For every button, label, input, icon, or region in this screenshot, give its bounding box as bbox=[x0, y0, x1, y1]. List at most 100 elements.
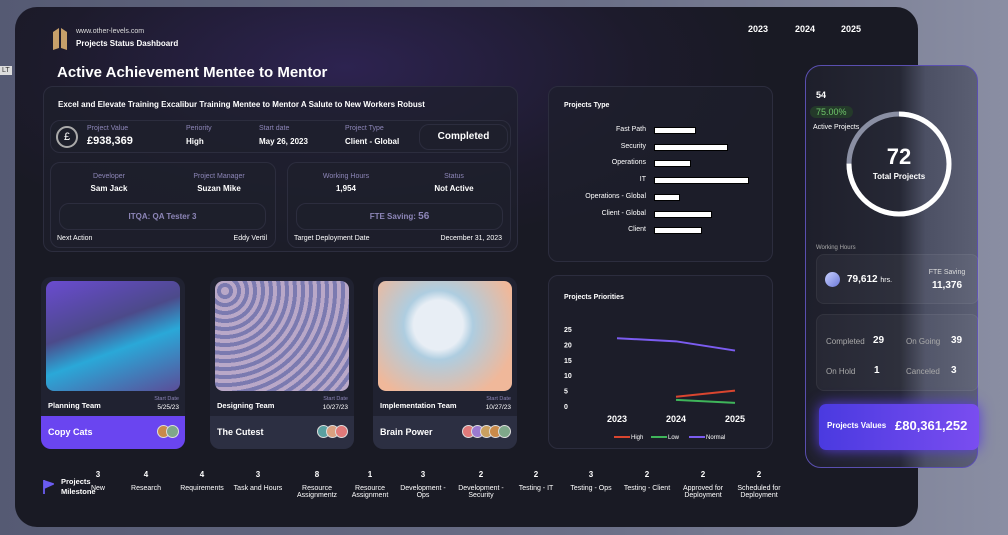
project-name: Excel and Elevate Training Excalibur Tra… bbox=[58, 100, 425, 109]
milestone-item: 4 Requirements bbox=[172, 470, 232, 492]
bar bbox=[654, 177, 750, 185]
status-value: Not Active bbox=[434, 184, 474, 193]
milestone-item: 4 Research bbox=[116, 470, 176, 492]
avatar-group bbox=[317, 425, 348, 443]
team-card[interactable]: Implementation Team Start Date 10/27/23 … bbox=[373, 277, 517, 449]
milestone-count: 2 bbox=[478, 470, 484, 479]
start-date-value: May 26, 2023 bbox=[259, 137, 308, 146]
milestone-item: 2 Testing - Client bbox=[617, 470, 677, 492]
bar bbox=[654, 127, 697, 134]
target-date-value: December 31, 2023 bbox=[440, 235, 502, 242]
milestone-label: Requirements bbox=[180, 485, 224, 492]
bar-label: Client - Global bbox=[601, 209, 646, 217]
milestone-item: 1 Resource Assignment bbox=[340, 470, 400, 499]
milestone-label: Development - Ops bbox=[400, 485, 446, 499]
member-avatar[interactable] bbox=[335, 425, 348, 438]
milestone-count: 2 bbox=[644, 470, 650, 479]
legend-label: Normal bbox=[706, 435, 725, 441]
team-image bbox=[215, 281, 349, 391]
milestone-count: 4 bbox=[199, 470, 205, 479]
project-detail-card: Excel and Elevate Training Excalibur Tra… bbox=[43, 86, 518, 252]
series-line-high bbox=[675, 389, 736, 398]
legend-label: Low bbox=[668, 435, 680, 441]
priority-value: High bbox=[186, 137, 204, 146]
series-line-normal bbox=[616, 337, 736, 352]
pound-icon: £ bbox=[56, 126, 78, 148]
milestone-label: Approved for Deployment bbox=[682, 485, 724, 499]
projects-priorities-chart: 05101520252023 2024 2025High Low Normal bbox=[564, 327, 745, 441]
milestone-label: Research bbox=[131, 485, 161, 492]
status-label: Status bbox=[444, 173, 464, 180]
hours-card: 79,612 hrs. FTE Saving 11,376 bbox=[816, 254, 979, 304]
bar bbox=[654, 210, 713, 218]
flag-icon bbox=[43, 480, 54, 494]
start-date-value: 10/27/23 bbox=[322, 404, 348, 411]
milestone-count: 3 bbox=[588, 470, 594, 479]
start-date-label: Start Date bbox=[486, 396, 511, 402]
milestone-count: 3 bbox=[255, 470, 261, 479]
series-line-low bbox=[675, 398, 736, 404]
team-info-card: Developer Sam Jack Project Manager Suzan… bbox=[50, 162, 276, 248]
fte-value: 11,376 bbox=[931, 280, 963, 291]
milestone-count: 2 bbox=[756, 470, 762, 479]
milestone-item: 2 Testing - IT bbox=[506, 470, 566, 492]
developer-value: Sam Jack bbox=[90, 184, 128, 193]
fte-saving-box: FTE Saving: 56 bbox=[296, 203, 503, 230]
cube-icon bbox=[825, 272, 840, 287]
year-2023-button[interactable]: 2023 bbox=[748, 24, 768, 34]
canceled-value: 3 bbox=[951, 365, 957, 376]
team-group-bar: Brain Power bbox=[373, 416, 517, 449]
bar-label: Client bbox=[628, 226, 646, 234]
project-type-label: Project Type bbox=[345, 125, 384, 132]
milestone-item: 8 Resource Assignmentz bbox=[287, 470, 347, 499]
bar bbox=[654, 143, 728, 151]
projects-values-value: £80,361,252 bbox=[895, 418, 968, 433]
onhold-label: On Hold bbox=[826, 367, 856, 376]
active-count: 54 bbox=[816, 90, 827, 100]
logo-icon bbox=[53, 28, 67, 50]
team-card[interactable]: Designing Team Start Date 10/27/23 The C… bbox=[210, 277, 354, 449]
summary-panel: 54 75.00% Active Projects 72 Total Proje… bbox=[805, 65, 979, 468]
bar-label: IT bbox=[639, 176, 646, 184]
milestone-label: Resource Assignment bbox=[351, 485, 389, 499]
projects-type-card: Projects Type Fast Path Security Operation… bbox=[548, 86, 773, 262]
milestone-item: 3 Development - Ops bbox=[393, 470, 453, 499]
start-date-value: 10/27/23 bbox=[485, 404, 511, 411]
team-name: Planning Team bbox=[48, 401, 101, 410]
milestone-label: Testing - Ops bbox=[570, 485, 612, 492]
year-2025-button[interactable]: 2025 bbox=[841, 24, 861, 34]
page-title: Active Achievement Mentee to Mentor bbox=[57, 64, 328, 81]
milestone-count: 4 bbox=[143, 470, 149, 479]
milestone-count: 2 bbox=[533, 470, 539, 479]
projects-values-label: Projects Values bbox=[827, 421, 887, 430]
completed-value: 29 bbox=[873, 335, 885, 346]
project-value-label: Project Value bbox=[87, 125, 129, 132]
team-group-bar: The Cutest bbox=[210, 416, 354, 449]
team-name: Implementation Team bbox=[380, 401, 457, 410]
milestone-label: Resource Assignmentz bbox=[296, 485, 338, 499]
milestone-item: 2 Development - Security bbox=[451, 470, 511, 499]
milestone-label: Testing - Client bbox=[623, 485, 671, 492]
completed-label: Completed bbox=[826, 337, 865, 346]
next-action-label: Next Action bbox=[57, 235, 93, 242]
bar-label: Operations - Global bbox=[585, 192, 646, 200]
group-name: The Cutest bbox=[217, 427, 264, 437]
working-hours-section-label: Working Hours bbox=[816, 245, 856, 251]
milestone-item: 2 Approved for Deployment bbox=[673, 470, 733, 499]
member-avatar[interactable] bbox=[498, 425, 511, 438]
year-2024-button[interactable]: 2024 bbox=[795, 24, 815, 34]
milestone-count: 8 bbox=[314, 470, 320, 479]
target-date-label: Target Deployment Date bbox=[294, 235, 370, 242]
project-type-value: Client - Global bbox=[345, 137, 400, 146]
total-hours-value: 79,612 hrs. bbox=[847, 274, 893, 285]
member-avatar[interactable] bbox=[166, 425, 179, 438]
project-value: £938,369 bbox=[87, 135, 133, 147]
milestone-label: Task and Hours bbox=[233, 485, 283, 492]
y-tick-label: 5 bbox=[564, 389, 568, 396]
y-tick-label: 10 bbox=[564, 373, 572, 380]
bar-label: Operations bbox=[611, 159, 646, 167]
team-card[interactable]: Planning Team Start Date 5/25/23 Copy Ca… bbox=[41, 277, 185, 449]
team-image bbox=[378, 281, 512, 391]
group-name: Brain Power bbox=[380, 427, 433, 437]
manager-label: Project Manager bbox=[193, 173, 245, 180]
